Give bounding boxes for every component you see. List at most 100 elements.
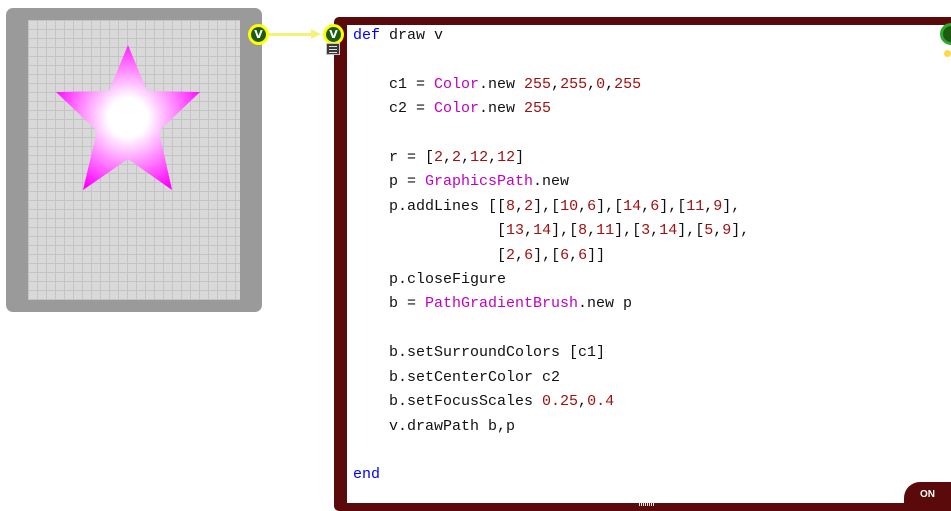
- code-token: 12: [497, 149, 516, 167]
- code-token: 2: [524, 197, 534, 215]
- code-line: [2,6],[6,6]]: [353, 247, 605, 264]
- code-token: ,: [713, 222, 723, 240]
- code-token: 255: [614, 75, 642, 93]
- code-token: 0.25: [542, 393, 579, 411]
- code-token: 8: [506, 197, 516, 215]
- connection-wire: [269, 33, 313, 36]
- resize-grip-icon[interactable]: [639, 502, 655, 506]
- view-output-connector[interactable]: V: [248, 24, 269, 45]
- code-token: 6: [578, 246, 588, 264]
- code-line: b.setCenterColor c2: [353, 369, 560, 386]
- code-token: ,: [515, 197, 525, 215]
- code-token: 3: [641, 222, 651, 240]
- code-token: 255: [560, 75, 588, 93]
- code-token: draw v: [380, 27, 444, 44]
- on-toggle-badge[interactable]: ON: [904, 482, 951, 511]
- code-token: 14: [623, 197, 642, 215]
- code-token: 9: [713, 197, 723, 215]
- code-token: 14: [533, 222, 552, 240]
- code-token: ],[: [596, 197, 624, 215]
- connector-label: V: [326, 27, 341, 42]
- code-token: 6: [560, 246, 570, 264]
- code-token: p =: [353, 173, 426, 191]
- code-line: p.addLines [[8,2],[10,6],[14,6],[11,9],: [353, 198, 740, 215]
- code-token: ,: [515, 246, 525, 264]
- code-token: ,: [650, 222, 660, 240]
- code-token: ,: [587, 75, 597, 93]
- code-token: ,: [704, 197, 714, 215]
- code-token: v.drawPath b,p: [353, 417, 516, 435]
- code-line: p.closeFigure: [353, 271, 506, 288]
- code-token: ],[: [677, 222, 705, 240]
- code-token: def: [353, 27, 381, 44]
- code-token: b.setSurroundColors [c1]: [353, 344, 606, 362]
- code-token: 5: [704, 222, 714, 240]
- scroll-indicator-dot: [944, 50, 951, 57]
- code-token: ],[: [533, 246, 561, 264]
- code-line: b = PathGradientBrush.new p: [353, 295, 632, 312]
- code-token: 0: [596, 75, 606, 93]
- code-token: ],: [722, 197, 741, 215]
- code-token: r = [: [353, 149, 435, 167]
- code-token: ,: [578, 393, 588, 411]
- code-token: ],[: [533, 197, 561, 215]
- code-token: ,: [578, 197, 588, 215]
- code-token: end: [353, 466, 381, 484]
- code-token: c2 =: [353, 100, 435, 118]
- code-line: b.setFocusScales 0.25,0.4: [353, 393, 614, 410]
- code-token: 13: [506, 222, 525, 240]
- code-token: 2: [452, 149, 462, 167]
- code-input-connector[interactable]: V: [323, 24, 344, 45]
- code-token: ,: [641, 197, 651, 215]
- code-token: 255: [524, 75, 552, 93]
- code-line: r = [2,2,12,12]: [353, 149, 524, 166]
- code-token: 2: [434, 149, 444, 167]
- code-token: p.addLines [[: [353, 197, 507, 215]
- code-token: 11: [596, 222, 615, 240]
- code-token: [: [353, 246, 507, 264]
- code-token: ,: [524, 222, 534, 240]
- code-module[interactable]: def draw v c1 = Color.new 255,255,0,255 …: [334, 17, 951, 511]
- code-line: end: [353, 466, 380, 483]
- code-token: c1 =: [353, 75, 435, 93]
- code-token: ,: [605, 75, 615, 93]
- code-token: ],[: [614, 222, 642, 240]
- code-token: ],[: [659, 197, 687, 215]
- code-token: b =: [353, 295, 426, 313]
- code-token: 8: [578, 222, 588, 240]
- view-module[interactable]: [6, 8, 262, 312]
- code-token: 0.4: [587, 393, 615, 411]
- code-token: 14: [659, 222, 678, 240]
- code-token: ]: [515, 149, 525, 167]
- code-token: ,: [551, 75, 561, 93]
- code-token: .new: [533, 173, 570, 191]
- star-drawing: [56, 45, 200, 190]
- code-token: 9: [722, 222, 732, 240]
- code-line: p = GraphicsPath.new: [353, 173, 569, 190]
- code-line: def draw v: [353, 27, 443, 44]
- code-token: ],: [731, 222, 750, 240]
- code-token: ,: [461, 149, 471, 167]
- view-canvas: [28, 20, 240, 300]
- code-token: Color: [434, 100, 480, 118]
- connector-label: V: [251, 27, 266, 42]
- code-token: .new: [479, 100, 525, 118]
- code-token: Color: [434, 75, 480, 93]
- code-line: c2 = Color.new 255: [353, 100, 551, 117]
- code-line: [13,14],[8,11],[3,14],[5,9],: [353, 222, 749, 239]
- code-line: v.drawPath b,p: [353, 418, 515, 435]
- module-menu-icon[interactable]: [326, 43, 340, 55]
- wire-arrow-icon: [311, 29, 321, 39]
- code-token: PathGradientBrush: [425, 295, 579, 313]
- code-token: 255: [524, 100, 552, 118]
- code-token: .new: [479, 75, 525, 93]
- code-token: ],[: [551, 222, 579, 240]
- code-token: [: [353, 222, 507, 240]
- code-token: p.closeFigure: [353, 271, 507, 289]
- code-line: b.setSurroundColors [c1]: [353, 344, 605, 361]
- code-editor[interactable]: def draw v c1 = Color.new 255,255,0,255 …: [347, 25, 951, 503]
- code-token: GraphicsPath: [425, 173, 534, 191]
- code-token: 6: [587, 197, 597, 215]
- code-token: 6: [524, 246, 534, 264]
- code-text[interactable]: def draw v c1 = Color.new 255,255,0,255 …: [353, 24, 749, 488]
